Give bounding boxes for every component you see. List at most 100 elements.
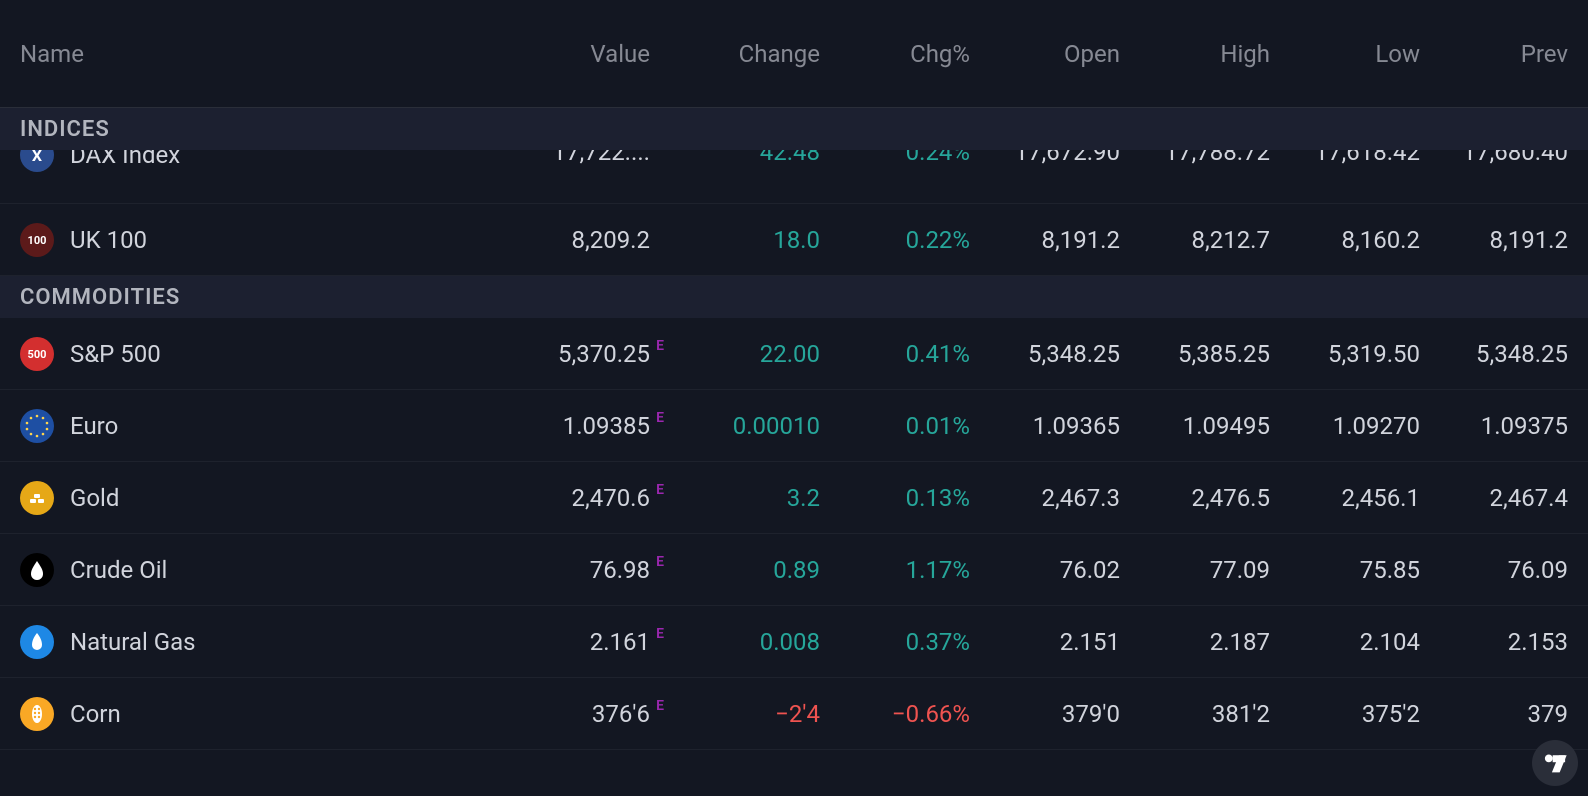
symbol-cell[interactable]: Natural Gas bbox=[20, 625, 480, 659]
symbol-name: Gold bbox=[70, 484, 119, 512]
symbol-cell[interactable]: Crude Oil bbox=[20, 553, 480, 587]
change-cell: 3.2 bbox=[650, 484, 820, 512]
sp500-icon: 500 bbox=[20, 337, 54, 371]
svg-text:500: 500 bbox=[28, 348, 47, 361]
value-cell: 1.09385E bbox=[480, 412, 650, 440]
chg-pct-cell: 0.41% bbox=[820, 340, 970, 368]
low-cell: 8,160.2 bbox=[1270, 226, 1420, 254]
high-cell: 2.187 bbox=[1120, 628, 1270, 656]
symbol-name: Euro bbox=[70, 412, 118, 440]
column-header-chg-pct[interactable]: Chg% bbox=[820, 40, 970, 68]
symbol-name: DAX Index bbox=[70, 150, 180, 169]
gas-icon bbox=[20, 625, 54, 659]
table-row[interactable]: Corn 376'6E−2'4−0.66%379'0381'2375'2379 bbox=[0, 678, 1588, 750]
open-cell: 2.151 bbox=[970, 628, 1120, 656]
high-cell: 1.09495 bbox=[1120, 412, 1270, 440]
column-header-name[interactable]: Name bbox=[20, 40, 480, 68]
symbol-cell[interactable]: Gold bbox=[20, 481, 480, 515]
change-cell: −2'4 bbox=[650, 700, 820, 728]
open-cell: 5,348.25 bbox=[970, 340, 1120, 368]
value-cell: 8,209.2 bbox=[480, 226, 650, 254]
market-status-badge: E bbox=[656, 482, 664, 498]
prev-cell: 76.09 bbox=[1420, 556, 1568, 584]
chg-pct-cell: 0.13% bbox=[820, 484, 970, 512]
high-cell: 17,788.72 bbox=[1120, 150, 1270, 166]
high-cell: 381'2 bbox=[1120, 700, 1270, 728]
prev-cell: 2,467.4 bbox=[1420, 484, 1568, 512]
svg-text:100: 100 bbox=[28, 234, 47, 247]
low-cell: 75.85 bbox=[1270, 556, 1420, 584]
table-row[interactable]: Gold2,470.6E3.20.13%2,467.32,476.52,456.… bbox=[0, 462, 1588, 534]
symbol-cell[interactable]: Euro bbox=[20, 409, 480, 443]
value-cell: 2.161E bbox=[480, 628, 650, 656]
low-cell: 2.104 bbox=[1270, 628, 1420, 656]
open-cell: 8,191.2 bbox=[970, 226, 1120, 254]
dax-icon: X bbox=[20, 150, 54, 172]
corn-icon bbox=[20, 697, 54, 731]
high-cell: 2,476.5 bbox=[1120, 484, 1270, 512]
table-body: INDICESXDAX Index17,722....E42.480.24%17… bbox=[0, 108, 1588, 750]
value-cell: 17,722....E bbox=[480, 150, 650, 166]
table-row[interactable]: XDAX Index17,722....E42.480.24%17,672.90… bbox=[0, 150, 1588, 204]
symbol-cell[interactable]: Corn bbox=[20, 697, 480, 731]
table-row[interactable]: 500S&P 5005,370.25E22.000.41%5,348.255,3… bbox=[0, 318, 1588, 390]
value-cell: 376'6E bbox=[480, 700, 650, 728]
chg-pct-cell: 0.01% bbox=[820, 412, 970, 440]
column-header-prev[interactable]: Prev bbox=[1420, 40, 1568, 68]
prev-cell: 2.153 bbox=[1420, 628, 1568, 656]
table-header: Name Value Change Chg% Open High Low Pre… bbox=[0, 0, 1588, 108]
section-header[interactable]: COMMODITIES bbox=[0, 276, 1588, 318]
open-cell: 1.09365 bbox=[970, 412, 1120, 440]
change-cell: 22.00 bbox=[650, 340, 820, 368]
low-cell: 5,319.50 bbox=[1270, 340, 1420, 368]
symbol-cell[interactable]: 500S&P 500 bbox=[20, 337, 480, 371]
column-header-high[interactable]: High bbox=[1120, 40, 1270, 68]
value-cell: 5,370.25E bbox=[480, 340, 650, 368]
symbol-name: Corn bbox=[70, 700, 121, 728]
open-cell: 379'0 bbox=[970, 700, 1120, 728]
prev-cell: 17,680.40 bbox=[1420, 150, 1568, 166]
table-row[interactable]: 100UK 1008,209.218.00.22%8,191.28,212.78… bbox=[0, 204, 1588, 276]
column-header-value[interactable]: Value bbox=[480, 40, 650, 68]
open-cell: 76.02 bbox=[970, 556, 1120, 584]
table-row[interactable]: Euro1.09385E0.000100.01%1.093651.094951.… bbox=[0, 390, 1588, 462]
change-cell: 0.00010 bbox=[650, 412, 820, 440]
market-status-badge: E bbox=[656, 338, 664, 354]
high-cell: 8,212.7 bbox=[1120, 226, 1270, 254]
value-cell: 76.98E bbox=[480, 556, 650, 584]
symbol-cell[interactable]: 100 UK 100 bbox=[20, 223, 480, 257]
high-cell: 77.09 bbox=[1120, 556, 1270, 584]
change-cell: 0.89 bbox=[650, 556, 820, 584]
low-cell: 17,618.42 bbox=[1270, 150, 1420, 166]
chg-pct-cell: −0.66% bbox=[820, 700, 970, 728]
value-cell: 2,470.6E bbox=[480, 484, 650, 512]
symbol-name: UK 100 bbox=[70, 226, 147, 254]
prev-cell: 1.09375 bbox=[1420, 412, 1568, 440]
market-status-badge: E bbox=[656, 410, 664, 426]
symbol-cell[interactable]: X DAX Index bbox=[20, 150, 480, 172]
column-header-open[interactable]: Open bbox=[970, 40, 1120, 68]
oil-icon bbox=[20, 553, 54, 587]
low-cell: 375'2 bbox=[1270, 700, 1420, 728]
prev-cell: 8,191.2 bbox=[1420, 226, 1568, 254]
section-header[interactable]: INDICES bbox=[0, 108, 1588, 150]
open-cell: 2,467.3 bbox=[970, 484, 1120, 512]
low-cell: 1.09270 bbox=[1270, 412, 1420, 440]
svg-text:X: X bbox=[32, 150, 42, 165]
chg-pct-cell: 1.17% bbox=[820, 556, 970, 584]
prev-cell: 5,348.25 bbox=[1420, 340, 1568, 368]
chg-pct-cell: 0.22% bbox=[820, 226, 970, 254]
prev-cell: 379 bbox=[1420, 700, 1568, 728]
table-row[interactable]: Crude Oil76.98E0.891.17%76.0277.0975.857… bbox=[0, 534, 1588, 606]
market-status-badge: E bbox=[656, 698, 664, 714]
column-header-change[interactable]: Change bbox=[650, 40, 820, 68]
chg-pct-cell: 0.37% bbox=[820, 628, 970, 656]
table-row[interactable]: Natural Gas2.161E0.0080.37%2.1512.1872.1… bbox=[0, 606, 1588, 678]
column-header-low[interactable]: Low bbox=[1270, 40, 1420, 68]
brand-logo-icon[interactable] bbox=[1532, 740, 1578, 786]
market-status-badge: E bbox=[656, 626, 664, 642]
change-cell: 0.008 bbox=[650, 628, 820, 656]
gold-icon bbox=[20, 481, 54, 515]
uk100-icon: 100 bbox=[20, 223, 54, 257]
open-cell: 17,672.90 bbox=[970, 150, 1120, 166]
